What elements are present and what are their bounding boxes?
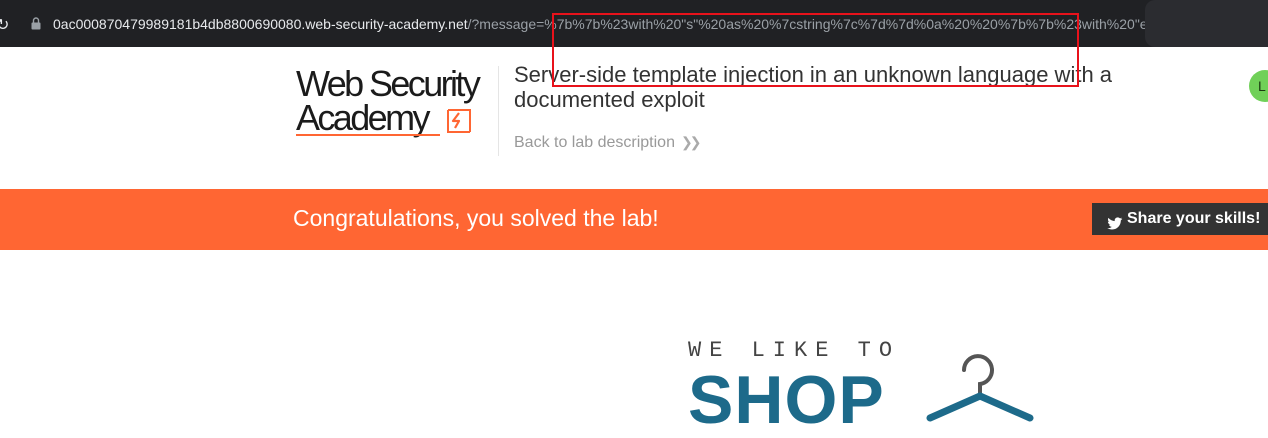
logo-underline [296,134,440,136]
lock-icon[interactable] [31,17,41,35]
shop-word: SHOP [688,362,885,438]
twitter-icon [1107,211,1123,243]
annotation-highlight-box [552,13,1079,87]
user-avatar[interactable]: L [1249,70,1268,102]
solved-message: Congratulations, you solved the lab! [293,205,659,231]
hanger-icon [920,342,1040,427]
share-skills-label: Share your skills! [1127,210,1261,227]
reload-icon[interactable]: ↻ [0,15,9,34]
back-link-label: Back to lab description [514,134,675,151]
lightning-icon [442,104,472,134]
solved-banner: Congratulations, you solved the lab! [0,189,1268,250]
back-to-lab-link[interactable]: Back to lab description ❯❯ [514,134,702,152]
header-divider [498,66,499,156]
double-chevron-right-icon: ❯❯ [680,134,702,150]
browser-tab-edge [1145,0,1268,47]
share-skills-button[interactable]: Share your skills! [1092,203,1268,235]
shop-tagline: WE LIKE TO [688,338,901,363]
url-host: 0ac000870479989181b4db8800690080.web-sec… [53,16,468,32]
logo-line-2: Academy [296,97,430,138]
academy-logo[interactable]: Web Security Academy [296,66,496,142]
